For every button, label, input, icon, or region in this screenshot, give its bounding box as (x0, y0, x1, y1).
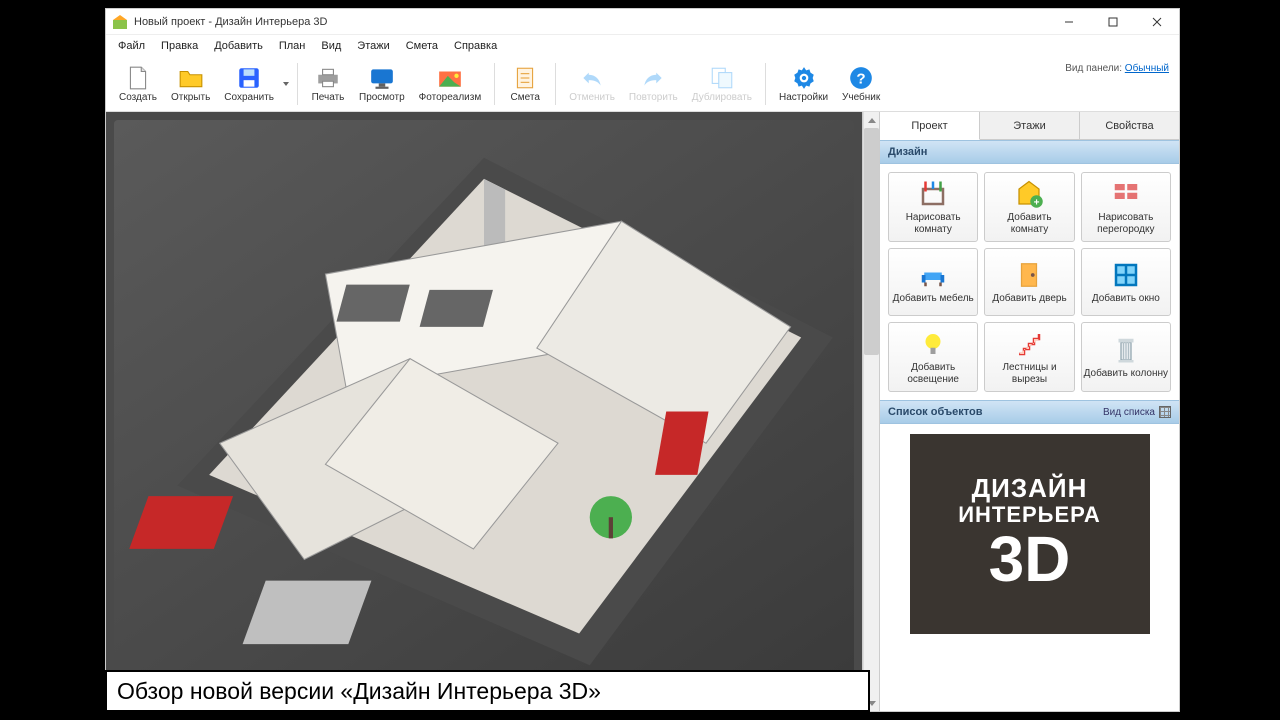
tab-properties[interactable]: Свойства (1080, 112, 1179, 139)
column-icon (1111, 335, 1141, 365)
view-list-link[interactable]: Вид списка (1103, 407, 1155, 418)
scroll-thumb[interactable] (864, 128, 879, 355)
separator (555, 63, 556, 105)
photorealism-button[interactable]: Фотореализм (412, 62, 489, 106)
stairs-cutouts-button[interactable]: Лестницы и вырезы (984, 322, 1074, 392)
furniture-icon (918, 260, 948, 290)
menu-floors[interactable]: Этажи (349, 37, 397, 55)
video-caption: Обзор новой версии «Дизайн Интерьера 3D» (105, 670, 870, 712)
titlebar: Новый проект - Дизайн Интерьера 3D (106, 9, 1179, 35)
save-icon (236, 65, 262, 91)
grid-view-icon[interactable] (1159, 406, 1171, 418)
minimize-button[interactable] (1047, 9, 1091, 35)
menu-plan[interactable]: План (271, 37, 314, 55)
menu-edit[interactable]: Правка (153, 37, 206, 55)
app-icon (112, 14, 128, 30)
separator (297, 63, 298, 105)
maximize-button[interactable] (1091, 9, 1135, 35)
tab-project[interactable]: Проект (880, 112, 980, 140)
menu-help[interactable]: Справка (446, 37, 505, 55)
side-panel: Проект Этажи Свойства Дизайн Нарисовать … (879, 112, 1179, 711)
window-title: Новый проект - Дизайн Интерьера 3D (134, 16, 1047, 28)
add-door-button[interactable]: Добавить дверь (984, 248, 1074, 316)
save-button[interactable]: Сохранить (217, 62, 281, 106)
viewport-scrollbar[interactable] (863, 112, 879, 711)
monitor-icon (369, 65, 395, 91)
app-logo: ДИЗАЙН ИНТЕРЬЕРА 3D (910, 434, 1150, 634)
help-button[interactable]: ? Учебник (835, 62, 887, 106)
object-list-area: ДИЗАЙН ИНТЕРЬЕРА 3D (880, 424, 1179, 711)
open-button[interactable]: Открыть (164, 62, 217, 106)
svg-text:+: + (1034, 197, 1040, 208)
draw-room-button[interactable]: Нарисовать комнату (888, 172, 978, 242)
window-controls (1047, 9, 1179, 35)
close-button[interactable] (1135, 9, 1179, 35)
scroll-track[interactable] (864, 128, 879, 695)
printer-icon (315, 65, 341, 91)
panel-mode: Вид панели: Обычный (1065, 63, 1169, 74)
redo-icon (640, 65, 666, 91)
duplicate-icon (709, 65, 735, 91)
undo-icon (579, 65, 605, 91)
toolbar: Создать Открыть Сохранить Печать Просмот… (106, 57, 1179, 112)
add-column-button[interactable]: Добавить колонну (1081, 322, 1171, 392)
separator (494, 63, 495, 105)
design-grid: Нарисовать комнату + Добавить комнату На… (880, 164, 1179, 400)
design-section-header: Дизайн (880, 140, 1179, 164)
separator (765, 63, 766, 105)
draw-room-icon (918, 179, 948, 209)
new-file-icon (125, 65, 151, 91)
partition-icon (1111, 179, 1141, 209)
print-button[interactable]: Печать (304, 62, 352, 106)
side-tabs: Проект Этажи Свойства (880, 112, 1179, 140)
panel-mode-link[interactable]: Обычный (1125, 63, 1169, 74)
preview-button[interactable]: Просмотр (352, 62, 412, 106)
create-button[interactable]: Создать (112, 62, 164, 106)
door-icon (1014, 260, 1044, 290)
lightbulb-icon (918, 329, 948, 359)
svg-text:?: ? (857, 70, 866, 87)
menu-view[interactable]: Вид (313, 37, 349, 55)
viewport-3d[interactable] (106, 112, 863, 711)
draw-partition-button[interactable]: Нарисовать перегородку (1081, 172, 1171, 242)
tab-floors[interactable]: Этажи (980, 112, 1080, 139)
add-furniture-button[interactable]: Добавить мебель (888, 248, 978, 316)
duplicate-button[interactable]: Дублировать (685, 62, 759, 106)
photorealism-icon (437, 65, 463, 91)
window-icon (1111, 260, 1141, 290)
panel-mode-label: Вид панели: (1065, 63, 1122, 74)
add-lighting-button[interactable]: Добавить освещение (888, 322, 978, 392)
app-window: Новый проект - Дизайн Интерьера 3D Файл … (105, 8, 1180, 712)
body: Проект Этажи Свойства Дизайн Нарисовать … (106, 112, 1179, 711)
object-list-header: Список объектов Вид списка (880, 400, 1179, 424)
scroll-up-button[interactable] (864, 112, 879, 128)
add-room-button[interactable]: + Добавить комнату (984, 172, 1074, 242)
menu-add[interactable]: Добавить (206, 37, 271, 55)
notepad-icon (512, 65, 538, 91)
estimate-button[interactable]: Смета (501, 62, 549, 106)
menubar: Файл Правка Добавить План Вид Этажи Смет… (106, 35, 1179, 57)
menu-estimate[interactable]: Смета (398, 37, 446, 55)
redo-button[interactable]: Повторить (622, 62, 685, 106)
folder-open-icon (178, 65, 204, 91)
save-dropdown[interactable] (281, 59, 291, 109)
gear-icon (791, 65, 817, 91)
floorplan-illustration (114, 120, 854, 703)
floorplan-render (114, 120, 854, 703)
undo-button[interactable]: Отменить (562, 62, 622, 106)
help-icon: ? (848, 65, 874, 91)
settings-button[interactable]: Настройки (772, 62, 835, 106)
caption-text: Обзор новой версии «Дизайн Интерьера 3D» (117, 678, 601, 705)
add-room-icon: + (1014, 179, 1044, 209)
add-window-button[interactable]: Добавить окно (1081, 248, 1171, 316)
stairs-icon (1014, 329, 1044, 359)
menu-file[interactable]: Файл (110, 37, 153, 55)
